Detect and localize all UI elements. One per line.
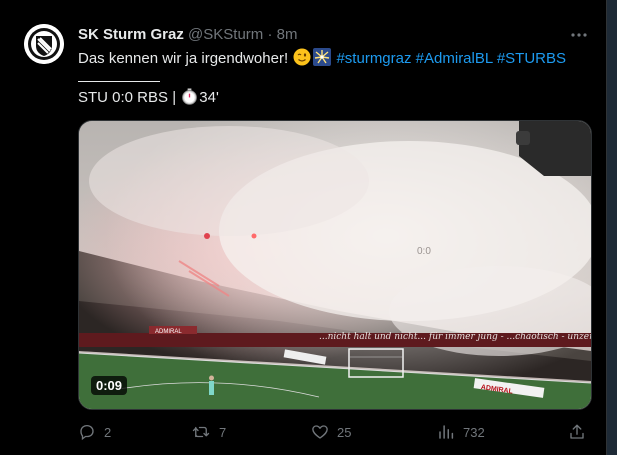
author-name[interactable]: SK Sturm Graz xyxy=(78,26,184,43)
tweet-actions: 2 7 25 732 xyxy=(0,420,606,444)
repost-icon xyxy=(192,426,210,438)
pitch-sponsor-board: ADMIRAL xyxy=(155,329,182,335)
video-duration: 0:09 xyxy=(91,376,128,395)
sk-sturm-crest-icon xyxy=(24,24,64,64)
like-icon xyxy=(312,425,328,439)
winking-face-emoji xyxy=(293,48,311,72)
avatar[interactable] xyxy=(24,24,64,64)
more-button[interactable] xyxy=(566,22,592,48)
text-divider xyxy=(78,68,160,82)
views-count: 732 xyxy=(463,424,485,440)
views-button[interactable]: 732 xyxy=(437,420,485,444)
fireworks-emoji xyxy=(313,48,332,72)
share-icon xyxy=(570,424,584,439)
ellipsis-icon xyxy=(571,33,587,37)
like-count: 25 xyxy=(337,424,352,440)
fan-banner-text: ...nicht halt und nicht... für immer jun… xyxy=(319,332,591,342)
video-player[interactable]: ADMIRAL ...nicht halt und nicht... für i… xyxy=(78,120,592,410)
meta-separator: · xyxy=(263,26,277,43)
share-button[interactable] xyxy=(568,420,586,444)
hashtag-link[interactable]: #sturmgraz xyxy=(336,50,411,67)
page-scrollbar[interactable] xyxy=(607,0,617,455)
author-handle[interactable]: @SKSturm xyxy=(188,26,263,43)
timestamp[interactable]: 8m xyxy=(277,26,298,43)
hashtag-link[interactable]: #AdmiralBL xyxy=(416,50,493,67)
hashtag-link[interactable]: #STURBS xyxy=(497,50,566,67)
score-text: STU 0:0 RBS | xyxy=(78,89,177,106)
stadium-pyro-video-frame: ADMIRAL ...nicht halt und nicht... für i… xyxy=(79,121,591,409)
reply-count: 2 xyxy=(104,424,112,440)
match-minute: 34' xyxy=(199,89,219,106)
views-icon xyxy=(439,425,454,439)
stadium-scoreboard-text: 0:0 xyxy=(417,246,431,257)
tweet-header: SK Sturm Graz @SKSturm · 8m xyxy=(78,26,297,43)
reply-icon xyxy=(80,424,94,441)
stopwatch-emoji xyxy=(181,88,198,111)
reply-button[interactable]: 2 xyxy=(78,420,111,444)
score-line: STU 0:0 RBS | 34' xyxy=(78,88,219,111)
tweet-card[interactable]: SK Sturm Graz @SKSturm · 8m Das kennen w… xyxy=(0,0,607,455)
repost-count: 7 xyxy=(219,424,227,440)
repost-button[interactable]: 7 xyxy=(191,420,226,444)
like-button[interactable]: 25 xyxy=(311,420,351,444)
tweet-text-main: Das kennen wir ja irgendwoher! xyxy=(78,50,289,67)
